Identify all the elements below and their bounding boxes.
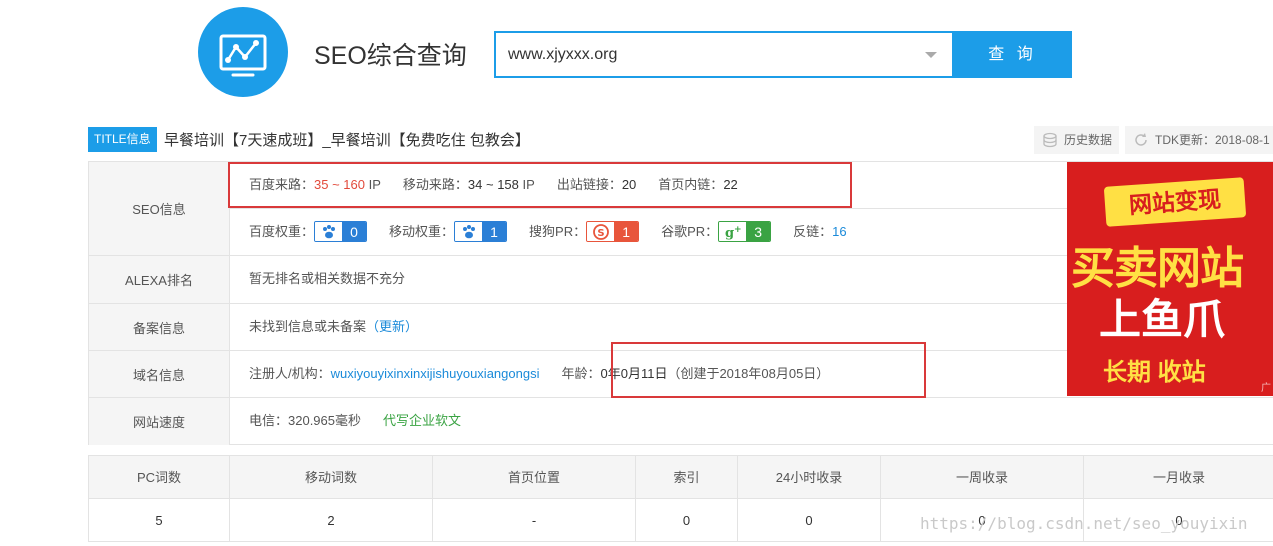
speed-value: 电信：320.965毫秒 [249, 413, 361, 428]
title-info-tag: TITLE信息 [88, 127, 157, 152]
outbound-links-label: 出站链接： [556, 177, 622, 192]
stats-header: 移动词数 [230, 456, 433, 499]
homepage-links-value[interactable]: 22 [723, 177, 737, 192]
svg-text:+: + [734, 225, 742, 235]
mobile-traffic-value: 34 ~ 158 [467, 177, 519, 192]
index-value[interactable]: 0 [636, 499, 738, 542]
mobile-keywords-value[interactable]: 2 [230, 499, 433, 542]
icp-line: 未找到信息或未备案（更新） [249, 304, 418, 350]
mobile-weight-badge[interactable]: 1 [454, 221, 508, 243]
registrant-label: 注册人/机构： [249, 366, 331, 381]
monitor-chart-icon [219, 34, 267, 77]
homepage-position-value: - [433, 499, 636, 542]
search-input[interactable] [508, 44, 908, 66]
watermark: https://blog.csdn.net/seo_youyixin [920, 514, 1248, 533]
alexa-value: 暂无排名或相关数据不充分 [249, 271, 406, 286]
refresh-icon [1135, 133, 1147, 146]
pc-keywords-value[interactable]: 5 [89, 499, 230, 542]
ad-text-link[interactable]: 代写企业软文 [383, 413, 461, 428]
history-data-label: 历史数据 [1064, 133, 1113, 147]
baidu-weight-value: 0 [342, 222, 367, 242]
search-box [494, 31, 954, 78]
day-indexed-value[interactable]: 0 [738, 499, 881, 542]
site-title: SEO综合查询 [314, 42, 467, 70]
weights-line: 百度权重： 0 移动权重： 1 搜狗PR： S 1 谷歌PR： g +3 反链：16 [249, 209, 847, 255]
baidu-traffic-value: 35 ~ 160 [314, 177, 365, 192]
google-pr-badge[interactable]: g +3 [718, 221, 772, 243]
google-pr-label: 谷歌PR： [661, 224, 719, 239]
history-data-button[interactable]: 历史数据 [1034, 126, 1119, 154]
svg-text:g: g [725, 226, 734, 241]
stats-header: 一周收录 [881, 456, 1084, 499]
sogou-pr-badge[interactable]: S1 [586, 221, 640, 243]
domain-line: 注册人/机构：wuxiyouyixinxinxijishuyouxiangong… [249, 351, 829, 397]
domain-age-value: 0年0月11日 [600, 366, 668, 381]
google-plus-icon: g + [719, 222, 747, 242]
speed-line: 电信：320.965毫秒 代写企业软文 [249, 398, 461, 444]
sogou-pr-value: 1 [614, 222, 639, 242]
sogou-pr-label: 搜狗PR： [529, 224, 587, 239]
baidu-paw-icon [315, 222, 343, 242]
ad-top-text: 网站变现 [1103, 177, 1247, 227]
stats-header: PC词数 [89, 456, 230, 499]
svg-text:S: S [597, 228, 604, 239]
database-icon [1043, 132, 1057, 148]
ad-corner-text: 广 [1261, 383, 1271, 394]
seo-info-label: SEO信息 [89, 162, 230, 255]
stats-header: 24小时收录 [738, 456, 881, 499]
search-button[interactable]: 查 询 [953, 31, 1072, 78]
icp-label: 备案信息 [89, 304, 230, 350]
domain-label: 域名信息 [89, 351, 230, 397]
backlinks-label: 反链： [793, 224, 833, 239]
homepage-links-label: 首页内链： [658, 177, 724, 192]
mobile-weight-label: 移动权重： [389, 224, 455, 239]
icp-update-link[interactable]: （更新） [366, 319, 418, 334]
stats-header: 首页位置 [433, 456, 636, 499]
stats-header: 索引 [636, 456, 738, 499]
speed-label: 网站速度 [89, 398, 230, 445]
mobile-weight-value: 1 [482, 222, 507, 242]
logo[interactable] [198, 7, 288, 97]
google-pr-value: 3 [746, 222, 771, 242]
mobile-traffic-unit: IP [522, 177, 535, 192]
baidu-paw-icon [455, 222, 483, 242]
speed-row: 网站速度 电信：320.965毫秒 代写企业软文 [89, 398, 1273, 445]
domain-age-label: 年龄： [561, 366, 601, 381]
outbound-links-value[interactable]: 20 [622, 177, 636, 192]
backlinks-value[interactable]: 16 [832, 224, 846, 239]
baidu-weight-label: 百度权重： [249, 224, 315, 239]
registrant-link[interactable]: wuxiyouyixinxinxijishuyouxiangongsi [331, 366, 540, 381]
baidu-traffic-unit: IP [368, 177, 381, 192]
ad-bottom-text: 长期 收站 [1103, 359, 1206, 386]
ad-banner[interactable]: 网站变现 买卖网站 上鱼爪 长期 收站 广 [1067, 162, 1273, 396]
domain-created: （创建于2018年08月05日） [667, 366, 830, 381]
baidu-traffic-label: 百度来路： [249, 177, 315, 192]
ad-middle-text: 买卖网站 [1071, 244, 1244, 293]
tdk-update-button[interactable]: TDK更新：2018-08-1 [1125, 126, 1273, 154]
stats-header: 一月收录 [1152, 470, 1205, 485]
page-title: 早餐培训【7天速成班】_早餐培训【免费吃住 包教会】 [164, 132, 530, 149]
alexa-label: ALEXA排名 [89, 256, 230, 303]
traffic-line: 百度来路：35 ~ 160 IP 移动来路：34 ~ 158 IP 出站链接：20 首… [249, 162, 738, 208]
icp-value: 未找到信息或未备案 [249, 319, 367, 334]
tdk-update-label: TDK更新：2018-08-1 [1155, 133, 1270, 147]
mobile-traffic-label: 移动来路： [402, 177, 468, 192]
chevron-down-icon[interactable] [925, 52, 937, 58]
sogou-icon: S [587, 222, 615, 242]
ad-band-text: 上鱼爪 [1098, 296, 1225, 343]
baidu-weight-badge[interactable]: 0 [314, 221, 368, 243]
